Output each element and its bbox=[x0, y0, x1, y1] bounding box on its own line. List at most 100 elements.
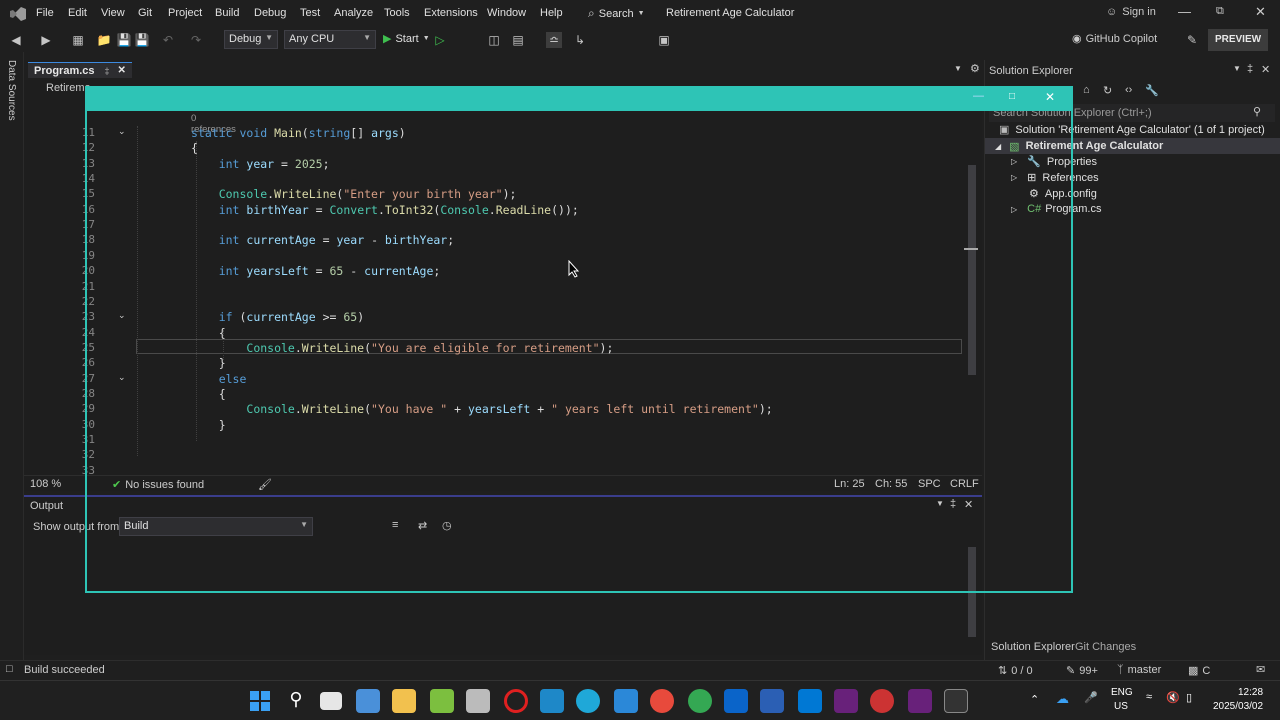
close-icon[interactable]: ✕ bbox=[1261, 63, 1270, 76]
menu-project[interactable]: Project bbox=[168, 7, 202, 19]
vscode-icon[interactable] bbox=[798, 689, 822, 713]
feedback-icon[interactable]: ✎ bbox=[1184, 32, 1200, 48]
menu-analyze[interactable]: Analyze bbox=[334, 7, 373, 19]
layout-icon[interactable]: ▤ bbox=[510, 32, 526, 48]
save-all-icon[interactable]: 💾 bbox=[134, 32, 150, 48]
clock-date[interactable]: 2025/03/02 bbox=[1213, 701, 1263, 712]
visual-studio-icon[interactable] bbox=[834, 689, 858, 713]
chrome-icon[interactable] bbox=[650, 689, 674, 713]
menu-edit[interactable]: Edit bbox=[68, 7, 87, 19]
forward-icon[interactable]: ▶ bbox=[38, 32, 54, 48]
sync-icon[interactable]: ↻ bbox=[1103, 84, 1112, 97]
minimize-button[interactable]: — bbox=[1178, 4, 1191, 19]
notepad-icon[interactable] bbox=[614, 689, 638, 713]
store-icon[interactable] bbox=[356, 689, 380, 713]
preview-badge[interactable]: PREVIEW bbox=[1208, 29, 1268, 51]
close-button[interactable]: ✕ bbox=[1255, 4, 1266, 20]
step-icon[interactable]: ↳ bbox=[572, 32, 588, 48]
platform-dropdown[interactable]: Any CPU ▼ bbox=[284, 30, 376, 49]
region-code[interactable]: US bbox=[1114, 701, 1128, 712]
chevron-up-icon[interactable]: ⌃ bbox=[1030, 693, 1039, 706]
close-icon[interactable]: ✕ bbox=[118, 65, 126, 76]
output-window-icon[interactable]: □ bbox=[6, 663, 13, 675]
microphone-icon[interactable]: 🎤 bbox=[1084, 691, 1098, 704]
word-icon[interactable] bbox=[760, 689, 784, 713]
repo-selector[interactable]: ▩ C bbox=[1188, 664, 1210, 678]
pin-icon[interactable]: ‡ bbox=[105, 66, 110, 76]
data-sources-tab[interactable]: Data Sources bbox=[6, 60, 17, 121]
tab-program-cs[interactable]: Program.cs ‡ ✕ bbox=[28, 62, 132, 78]
app-icon[interactable] bbox=[466, 689, 490, 713]
wifi-icon[interactable]: ≈ bbox=[1146, 691, 1152, 703]
undo-icon[interactable]: ↶ bbox=[160, 32, 176, 48]
edge-icon[interactable] bbox=[576, 689, 600, 713]
pending-changes[interactable]: ✎ 99+ bbox=[1066, 664, 1098, 678]
visual-studio-preview-icon[interactable] bbox=[908, 689, 932, 713]
app-icon[interactable] bbox=[430, 689, 454, 713]
code-icon[interactable]: ‹› bbox=[1125, 84, 1132, 96]
copilot-button[interactable]: ◉ GitHub Copilot bbox=[1072, 32, 1158, 46]
floating-window-titlebar[interactable]: — □ ✕ bbox=[87, 88, 1071, 111]
branch-selector[interactable]: ᛉ master bbox=[1117, 664, 1161, 676]
solution-explorer-title: Solution Explorer bbox=[989, 65, 1073, 77]
back-icon[interactable]: ◀ bbox=[8, 32, 24, 48]
menu-window[interactable]: Window bbox=[487, 7, 526, 19]
notifications-icon[interactable]: ✉ bbox=[1256, 663, 1265, 676]
start-without-debugging-icon[interactable]: ▷ bbox=[432, 32, 448, 48]
task-view-icon[interactable] bbox=[320, 692, 342, 710]
home-icon[interactable]: ⌂ bbox=[1083, 84, 1090, 96]
menu-git[interactable]: Git bbox=[138, 7, 152, 19]
save-icon[interactable]: 💾 bbox=[116, 32, 132, 48]
sign-in-button[interactable]: ☺ Sign in bbox=[1106, 6, 1156, 18]
menu-help[interactable]: Help bbox=[540, 7, 563, 19]
menu-tools[interactable]: Tools bbox=[384, 7, 410, 19]
tab-list-chevron-icon[interactable]: ▼ bbox=[954, 64, 962, 73]
tab-git-changes[interactable]: Git Changes bbox=[1075, 641, 1136, 653]
minimize-button[interactable]: — bbox=[973, 90, 984, 102]
file-explorer-icon[interactable] bbox=[392, 689, 416, 713]
browse-icon[interactable]: ◫ bbox=[486, 32, 502, 48]
close-button[interactable]: ✕ bbox=[1045, 90, 1055, 104]
start-button[interactable]: ▶ Start ▼ bbox=[383, 32, 430, 46]
redo-icon[interactable]: ↷ bbox=[188, 32, 204, 48]
clock-time[interactable]: 12:28 bbox=[1238, 687, 1263, 698]
calculator-icon[interactable] bbox=[540, 689, 564, 713]
search-button[interactable]: ⌕ Search ▼ bbox=[588, 6, 645, 21]
copilot-label: GitHub Copilot bbox=[1085, 32, 1158, 45]
menu-view[interactable]: View bbox=[101, 7, 125, 19]
format-icon[interactable]: ≏ bbox=[546, 32, 562, 48]
zoom-level[interactable]: 108 % bbox=[30, 478, 61, 490]
search-icon[interactable]: ⚲ bbox=[284, 689, 308, 713]
menu-build[interactable]: Build bbox=[215, 7, 239, 19]
battery-icon[interactable]: ▯ bbox=[1186, 691, 1192, 704]
menu-extensions[interactable]: Extensions bbox=[424, 7, 478, 19]
terminal-icon[interactable] bbox=[944, 689, 968, 713]
chrome-profile-icon[interactable] bbox=[688, 689, 712, 713]
windows-taskbar: ⚲ ⌃ ☁ 🎤 ENG US ≈ 🔇 ▯ 12:28 2025/03/02 bbox=[0, 680, 1280, 720]
menu-debug[interactable]: Debug bbox=[254, 7, 286, 19]
new-project-icon[interactable]: ▦ bbox=[70, 32, 86, 48]
pin-icon[interactable]: ‡ bbox=[1247, 63, 1253, 75]
restore-button[interactable]: ⧉ bbox=[1216, 5, 1224, 18]
onedrive-icon[interactable]: ☁ bbox=[1056, 691, 1069, 707]
windows-start-icon[interactable] bbox=[248, 689, 272, 713]
floating-window-outline[interactable]: — □ ✕ bbox=[85, 86, 1073, 593]
error-count[interactable]: ⇅ 0 / 0 bbox=[998, 664, 1033, 678]
open-folder-icon[interactable]: 📁 bbox=[96, 32, 112, 48]
app-icon[interactable] bbox=[870, 689, 894, 713]
bookmark-icon[interactable]: ▣ bbox=[656, 32, 672, 48]
chevron-down-icon: ▼ bbox=[265, 33, 273, 42]
outlook-icon[interactable] bbox=[724, 689, 748, 713]
opera-icon[interactable] bbox=[504, 689, 528, 713]
wrench-icon[interactable]: 🔧 bbox=[1145, 84, 1159, 97]
language-code[interactable]: ENG bbox=[1111, 687, 1133, 698]
maximize-button[interactable]: □ bbox=[1009, 91, 1015, 102]
tab-solution-explorer[interactable]: Solution Explorer bbox=[991, 641, 1075, 653]
menu-test[interactable]: Test bbox=[300, 7, 320, 19]
navigation-bar-project[interactable]: Retireme bbox=[30, 82, 91, 94]
gear-icon[interactable]: ⚙ bbox=[970, 62, 980, 75]
volume-icon[interactable]: 🔇 bbox=[1166, 691, 1180, 704]
chevron-down-icon[interactable]: ▼ bbox=[1233, 64, 1241, 73]
menu-file[interactable]: File bbox=[36, 7, 54, 19]
configuration-dropdown[interactable]: Debug ▼ bbox=[224, 30, 278, 49]
